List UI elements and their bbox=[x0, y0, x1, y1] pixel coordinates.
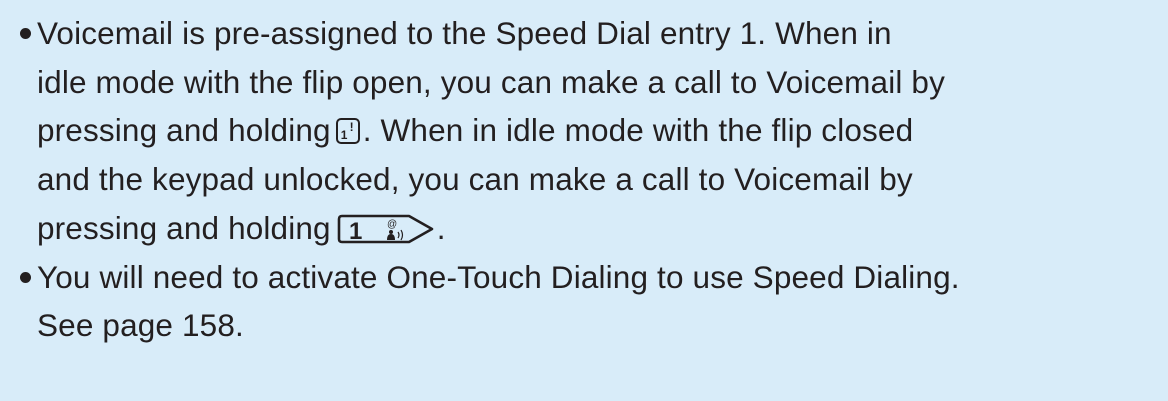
text-line-with-key: pressing and holding 1!. When in idle mod… bbox=[37, 106, 1160, 155]
key-symbol: @ bbox=[387, 219, 397, 230]
text-fragment: . bbox=[436, 209, 446, 246]
text-line: and the keypad unlocked, you can make a … bbox=[37, 161, 913, 198]
bullet-item-voicemail: Voicemail is pre-assigned to the Speed D… bbox=[20, 9, 1160, 253]
text-line: Voicemail is pre-assigned to the Speed D… bbox=[37, 15, 892, 51]
speed-dial-1-key-icon: 1! bbox=[335, 118, 360, 145]
manual-page: Voicemail is pre-assigned to the Speed D… bbox=[0, 0, 1168, 401]
key-number: 1 bbox=[340, 128, 348, 143]
text-fragment: pressing and holding bbox=[37, 209, 331, 246]
text-fragment: pressing and holding bbox=[37, 112, 331, 149]
bullet-dot-icon bbox=[20, 28, 31, 39]
text-fragment: . When in idle mode with the flip closed bbox=[362, 112, 914, 149]
bullet-item-one-touch: You will need to activate One-Touch Dial… bbox=[20, 253, 1160, 350]
key-mark: ! bbox=[349, 120, 354, 135]
side-1-key-icon: 1 @ bbox=[337, 214, 434, 245]
text-line: You will need to activate One-Touch Dial… bbox=[37, 258, 960, 295]
key-number: 1 bbox=[349, 218, 363, 245]
bullet-dot-icon bbox=[20, 271, 31, 283]
text-line-with-key: pressing and holding 1 @ . bbox=[37, 204, 1160, 253]
bullet-list: Voicemail is pre-assigned to the Speed D… bbox=[20, 9, 1160, 350]
text-line: idle mode with the flip open, you can ma… bbox=[37, 63, 945, 100]
text-line: See page 158. bbox=[37, 307, 244, 344]
